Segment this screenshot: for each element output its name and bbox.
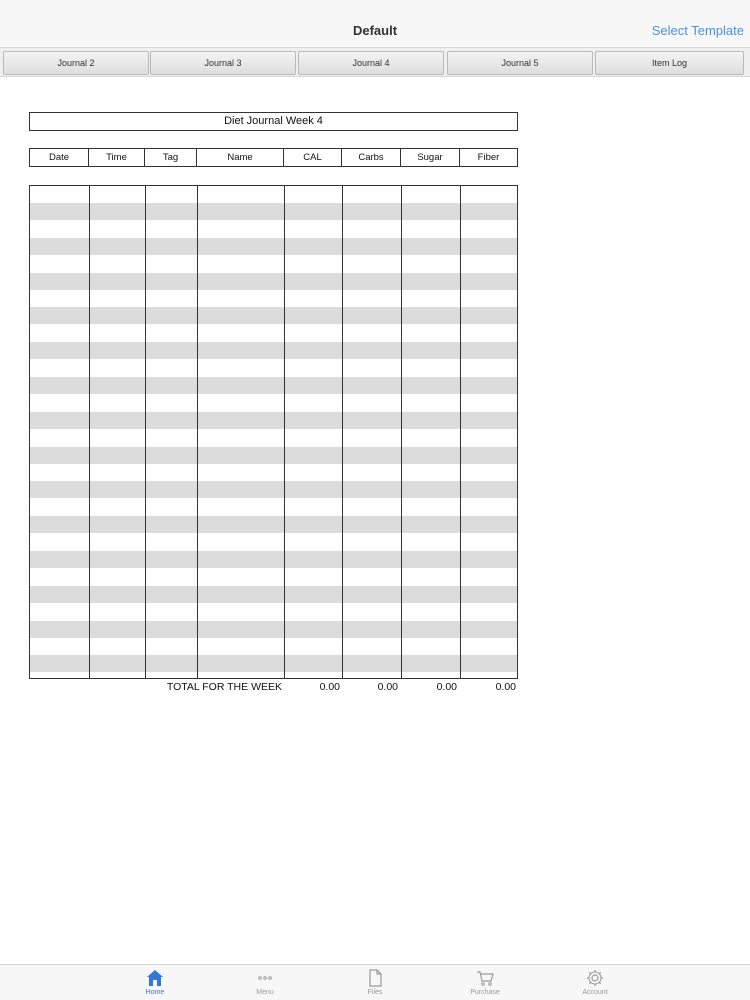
tab-menu-label: Menu [256,989,274,996]
navigation-bar: Default Select Template [0,0,750,46]
total-fiber: 0.00 [495,681,516,693]
segment-item-log[interactable]: Item Log [595,51,744,75]
grid-row-stripe [30,203,517,220]
grid-column-divider [89,186,90,678]
total-sugar: 0.00 [436,681,457,693]
column-header-cal: CAL [284,149,342,166]
column-header-time: Time [89,149,145,166]
grid-row-stripe [30,585,517,603]
journal-entry-grid[interactable] [29,185,518,679]
column-header-sugar: Sugar [401,149,460,166]
page-title: Default [352,23,398,38]
segment-journal-4[interactable]: Journal 4 [298,51,444,75]
journal-segment-bar: Journal 2 Journal 3 Journal 4 Journal 5 … [0,47,750,77]
segment-journal-2[interactable]: Journal 2 [3,51,149,75]
grid-column-divider [401,186,402,678]
tab-files[interactable]: Files [345,965,405,1000]
column-header-fiber: Fiber [477,152,500,163]
tab-home[interactable]: Home [125,965,185,1000]
grid-row-stripe [30,272,517,290]
grid-row-stripe [30,655,517,673]
grid-column-divider [460,186,461,678]
grid-column-divider [284,186,285,678]
tab-account[interactable]: Account [565,965,625,1000]
home-icon [147,970,163,986]
segment-journal-3[interactable]: Journal 3 [150,51,296,75]
totals-label: TOTAL FOR THE WEEK [166,681,282,693]
grid-row-stripe [30,377,517,394]
grid-column-divider [145,186,146,678]
grid-column-divider [197,186,198,678]
bottom-tab-bar: Home Menu Files Purchase Account [0,964,750,1000]
grid-row-stripe [30,237,517,255]
tab-menu[interactable]: Menu [235,965,295,1000]
grid-column-divider [342,186,343,678]
sheet-title: Diet Journal Week 4 [29,112,518,131]
grid-row-stripe [30,620,517,638]
tab-purchase-label: Purchase [470,989,500,996]
tab-account-label: Account [582,989,608,996]
gear-icon [587,970,603,986]
column-header-carbs: Carbs [342,149,401,166]
file-icon [369,969,382,987]
column-header-date: Date [30,149,89,166]
total-carbs: 0.00 [377,681,398,693]
tab-home-label: Home [145,989,165,996]
grid-row-stripe [30,307,517,325]
column-header-tag: Tag [145,149,197,166]
tab-purchase[interactable]: Purchase [455,965,515,1000]
grid-row-stripe [30,446,517,464]
grid-row-stripe [30,342,517,360]
column-header-row: Date Time Tag Name CAL Carbs Sugar Fiber [29,148,518,167]
grid-row-stripe [30,551,517,568]
tab-files-label: Files [367,989,383,996]
total-cal: 0.00 [319,681,340,693]
select-template-button[interactable]: Select Template [652,0,744,46]
grid-row-stripe [30,516,517,534]
more-dots-icon [258,976,272,980]
column-header-name: Name [197,149,284,166]
cart-icon [477,971,494,986]
grid-row-stripe [30,481,517,499]
grid-row-stripe [30,411,517,429]
segment-journal-5[interactable]: Journal 5 [447,51,593,75]
